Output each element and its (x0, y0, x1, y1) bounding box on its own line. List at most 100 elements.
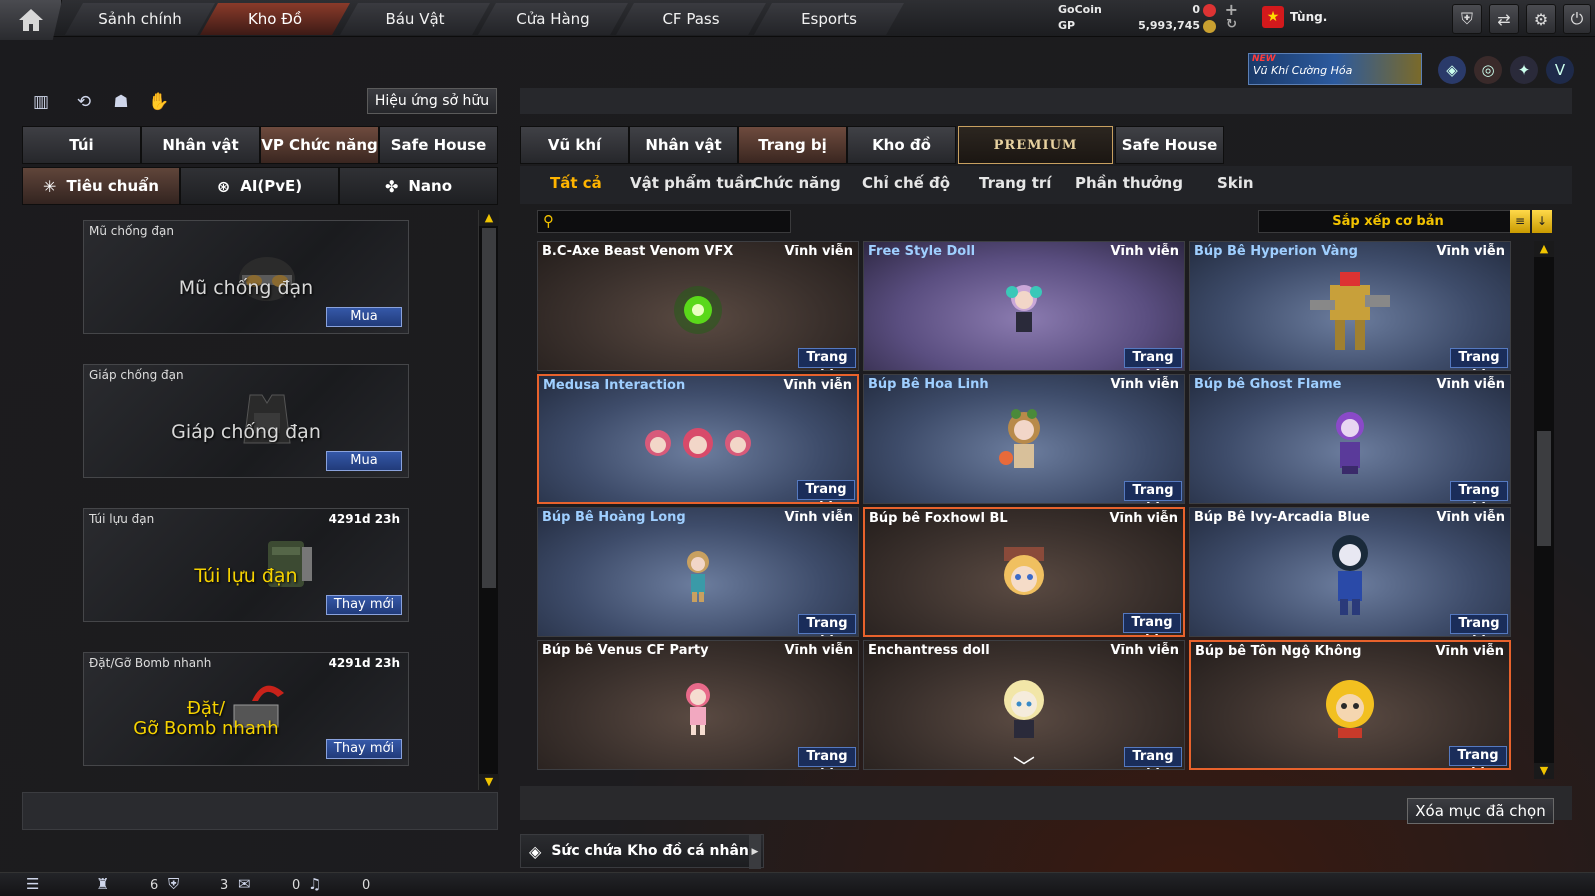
scroll-up-arrow[interactable]: ▲ (1534, 241, 1554, 257)
filter-mode-only[interactable]: Chỉ chế độ (862, 174, 950, 192)
tab-weapons[interactable]: Vũ khí (520, 126, 629, 164)
globe-event-icon[interactable]: ◎ (1474, 56, 1502, 84)
scroll-down-arrow[interactable]: ▼ (1534, 763, 1554, 779)
left-scrollbar[interactable]: ▲ ▼ (478, 210, 499, 790)
item-name: Giáp chống đạn (89, 368, 184, 382)
subtab-standard[interactable]: ✳ Tiêu chuẩn (22, 167, 180, 205)
scroll-up-arrow[interactable]: ▲ (479, 210, 499, 226)
inventory-card[interactable]: Búp Bê Ivy-Arcadia Blue Vĩnh viễn Trang bị (1189, 507, 1511, 637)
left-footer (22, 792, 498, 830)
inventory-card[interactable]: Medusa Interaction Vĩnh viễn Trang bị (537, 374, 859, 504)
inventory-card[interactable]: Búp Bê Hoàng Long Vĩnh viễn Trang bị (537, 507, 859, 637)
sort-dropdown[interactable]: Sắp xếp cơ bản (1258, 210, 1518, 233)
filter-function[interactable]: Chức năng (752, 174, 841, 192)
inventory-card[interactable]: Búp bê Foxhowl BL Vĩnh viễn Trang bị (863, 507, 1185, 637)
equip-button[interactable]: Trang bị (1450, 614, 1508, 636)
inventory-card[interactable]: Búp Bê Hoa Linh Vĩnh viễn Trang bị (863, 374, 1185, 504)
nav-tab-lobby[interactable]: Sảnh chính (65, 3, 215, 35)
filter-rewards[interactable]: Phần thưởng (1075, 174, 1183, 192)
exit-room-icon[interactable]: ⇄ (1489, 4, 1519, 34)
renew-button[interactable]: Thay mới (326, 739, 402, 759)
tab-storage[interactable]: Kho đồ (847, 126, 956, 164)
home-button[interactable] (0, 0, 62, 40)
list-item[interactable]: Mũ chống đạn Mũ chống đạn Mua (83, 220, 409, 334)
filter-all[interactable]: Tất cả (550, 174, 602, 192)
tab-safe-house[interactable]: Safe House (1115, 126, 1224, 164)
capacity-panel[interactable]: ◈ Sức chứa Kho đồ cá nhân ▶ (520, 834, 764, 869)
left-tab-safe-house[interactable]: Safe House (379, 126, 498, 164)
renew-button[interactable]: Thay mới (326, 595, 402, 615)
grid-scrollbar[interactable]: ▲ ▼ (1534, 241, 1554, 779)
nav-tab-treasure[interactable]: Báu Vật (340, 3, 490, 35)
inventory-card[interactable]: Búp bê Tôn Ngộ Không Vĩnh viễn Trang bị (1189, 640, 1511, 770)
gear-icon[interactable]: ⚙ (1526, 4, 1556, 34)
inventory-card[interactable]: Búp Bê Hyperion Vàng Vĩnh viễn Trang bị (1189, 241, 1511, 371)
subtab-nano[interactable]: ✤ Nano (339, 167, 498, 205)
shield-icon[interactable]: ⛨ (1452, 4, 1482, 34)
scroll-thumb[interactable] (482, 228, 496, 588)
sort-order-icon[interactable]: ↓ (1532, 210, 1552, 233)
inventory-card[interactable]: Free Style Doll Vĩnh viễn Trang bị (863, 241, 1185, 371)
equip-button[interactable]: Trang bị (1124, 481, 1182, 503)
equip-button[interactable]: Trang bị (1449, 746, 1507, 768)
history-icon[interactable]: ⟲ (71, 89, 97, 115)
equip-button[interactable]: Trang bị (798, 614, 856, 636)
v-logo-icon[interactable]: V (1546, 56, 1574, 84)
buy-button[interactable]: Mua (326, 307, 402, 327)
star-event-icon[interactable]: ✦ (1510, 56, 1538, 84)
scroll-down-arrow[interactable]: ▼ (479, 774, 499, 790)
buy-button[interactable]: Mua (326, 451, 402, 471)
equip-button[interactable]: Trang bị (797, 480, 855, 502)
nav-tab-cf-pass[interactable]: CF Pass (616, 3, 766, 35)
chevron-down-icon[interactable]: ﹀ (1013, 750, 1035, 782)
inventory-card[interactable]: Búp bê Venus CF Party Vĩnh viễn Trang bị (537, 640, 859, 770)
nav-tab-inventory[interactable]: Kho Đồ (200, 3, 350, 35)
item-name: Enchantress doll (868, 643, 990, 658)
owned-effect-button[interactable]: Hiệu ứng sở hữu (367, 88, 497, 114)
search-input[interactable]: ⚲ (537, 210, 791, 233)
list-item[interactable]: Giáp chống đạn Giáp chống đạn Mua (83, 364, 409, 478)
chat-icon[interactable]: ✉ (238, 875, 251, 893)
scroll-thumb[interactable] (1537, 431, 1551, 546)
filter-decoration[interactable]: Trang trí (979, 174, 1051, 192)
subtab-ai-pve[interactable]: ⊛ AI(PvE) (180, 167, 339, 205)
clan-shield-icon[interactable]: ⛨ (168, 875, 179, 893)
left-tab-character[interactable]: Nhân vật (141, 126, 260, 164)
power-icon[interactable]: ⏻ (1563, 4, 1591, 34)
refresh-icon[interactable]: ↻ (1226, 17, 1237, 32)
equip-button[interactable]: Trang bị (798, 348, 856, 370)
left-tab-bag[interactable]: Túi (22, 126, 141, 164)
filter-weekly-items[interactable]: Vật phẩm tuần (630, 174, 755, 192)
list-view-icon[interactable]: ≡ (1510, 210, 1530, 233)
nav-tab-shop[interactable]: Cửa Hàng (478, 3, 628, 35)
tab-characters[interactable]: Nhân vật (629, 126, 738, 164)
tab-premium[interactable]: PREMIUM (958, 126, 1113, 164)
nav-tab-esports[interactable]: Esports (754, 3, 904, 35)
friends-count: 6 (150, 878, 159, 893)
inventory-card[interactable]: B.C-Axe Beast Venom VFX Vĩnh viễn Trang bị (537, 241, 859, 371)
equip-button[interactable]: Trang bị (798, 747, 856, 769)
event-badge-icon[interactable]: ◈ (1438, 56, 1466, 84)
delete-selected-button[interactable]: Xóa mục đã chọn (1407, 798, 1554, 824)
filter-skin[interactable]: Skin (1217, 174, 1254, 192)
list-item[interactable]: Đặt/Gỡ Bomb nhanh 4291d 23h Đặt/ Gỡ Bomb… (83, 652, 409, 766)
speaker-icon[interactable]: ♫ (308, 875, 321, 893)
equip-button[interactable]: Trang bị (1450, 348, 1508, 370)
friends-icon[interactable]: ♜ (96, 875, 109, 893)
list-item[interactable]: Túi lựu đạn 4291d 23h Túi lựu đạn Thay m… (83, 508, 409, 622)
equip-button[interactable]: Trang bị (1124, 348, 1182, 370)
expand-arrow-icon[interactable]: ▶ (749, 835, 761, 869)
hand-icon[interactable]: ✋ (146, 89, 172, 115)
equip-button[interactable]: Trang bị (1450, 481, 1508, 503)
item-thumbnail-icon (668, 280, 728, 344)
tab-equipment[interactable]: Trang bị (738, 126, 847, 164)
equip-button[interactable]: Trang bị (1124, 747, 1182, 769)
menu-icon[interactable]: ☰ (26, 875, 39, 893)
inventory-card[interactable]: Búp bê Ghost Flame Vĩnh viễn Trang bị (1189, 374, 1511, 504)
character-icon[interactable]: ☗ (108, 89, 134, 115)
item-thumbnail-icon (994, 408, 1054, 482)
gift-icon[interactable]: ▥ (28, 89, 54, 115)
equip-button[interactable]: Trang bị (1123, 613, 1181, 635)
promo-banner[interactable]: NEW Vũ Khí Cường Hóa (1248, 53, 1422, 85)
left-tab-function-items[interactable]: VP Chức năng (260, 126, 379, 164)
